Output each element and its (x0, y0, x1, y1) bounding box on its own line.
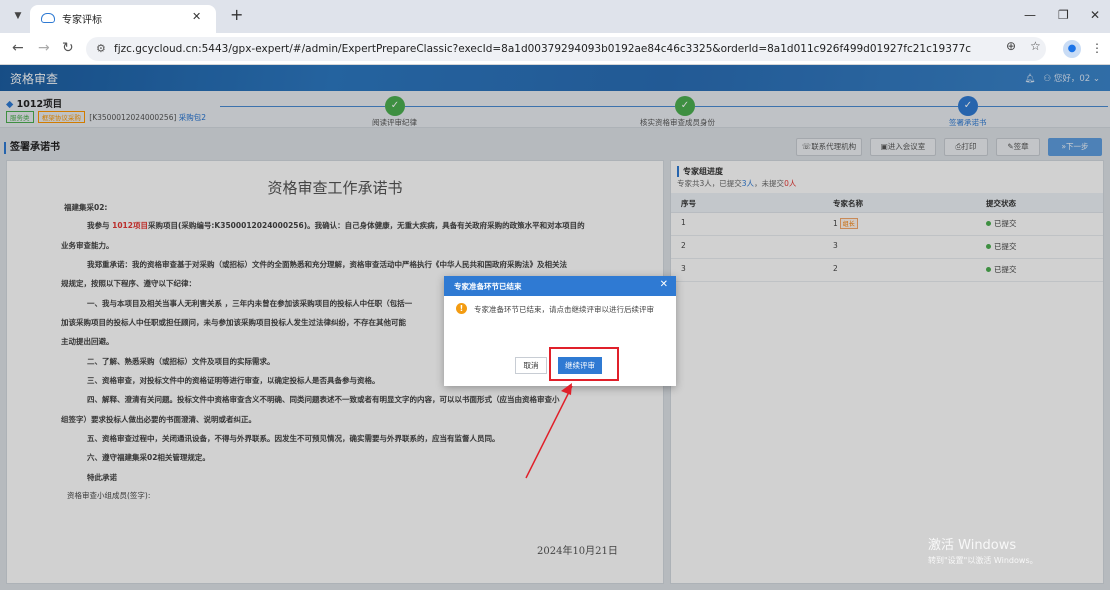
dialog-header: 专家准备环节已结束 ✕ (444, 276, 676, 296)
dialog-title: 专家准备环节已结束 (454, 282, 522, 291)
browser-tab[interactable]: 专家评标 ✕ (30, 5, 216, 33)
browser-menu-icon[interactable]: ⋮ (1091, 41, 1103, 55)
profile-avatar-icon[interactable]: ● (1063, 40, 1081, 58)
minimize-icon[interactable]: — (1024, 8, 1036, 22)
browser-tabbar: ▼ 专家评标 ✕ + — ❐ ✕ (0, 0, 1110, 33)
annotation-highlight-box (549, 347, 619, 381)
browser-toolbar: ← → ↻ ⚙ fjzc.gcycloud.cn:5443/gpx-expert… (0, 33, 1110, 65)
bookmark-star-icon[interactable]: ☆ (1030, 39, 1041, 53)
reload-icon[interactable]: ↻ (62, 40, 74, 56)
dialog-close-icon[interactable]: ✕ (660, 279, 668, 290)
new-tab-icon[interactable]: + (230, 5, 243, 24)
cloud-favicon-icon (41, 13, 55, 23)
address-bar[interactable]: ⚙ fjzc.gcycloud.cn:5443/gpx-expert/#/adm… (86, 37, 1046, 61)
tab-title: 专家评标 (62, 15, 102, 26)
zoom-icon[interactable]: ⊕ (1006, 39, 1016, 53)
restore-icon[interactable]: ❐ (1058, 8, 1069, 22)
tab-list-chevron-icon[interactable]: ▼ (10, 8, 26, 24)
dialog-message: 专家准备环节已结束，请点击继续评审以进行后续评审 (474, 305, 654, 314)
back-icon[interactable]: ← (12, 40, 24, 56)
warning-icon: ! (456, 303, 467, 314)
cancel-button[interactable]: 取消 (515, 357, 547, 374)
url-text: fjzc.gcycloud.cn:5443/gpx-expert/#/admin… (114, 43, 972, 55)
window-close-icon[interactable]: ✕ (1090, 8, 1100, 22)
site-settings-icon[interactable]: ⚙ (96, 42, 106, 55)
close-tab-icon[interactable]: ✕ (192, 10, 201, 23)
forward-icon[interactable]: → (38, 40, 50, 56)
windows-activation-watermark: 激活 Windows 转到"设置"以激活 Windows。 (928, 538, 1038, 565)
